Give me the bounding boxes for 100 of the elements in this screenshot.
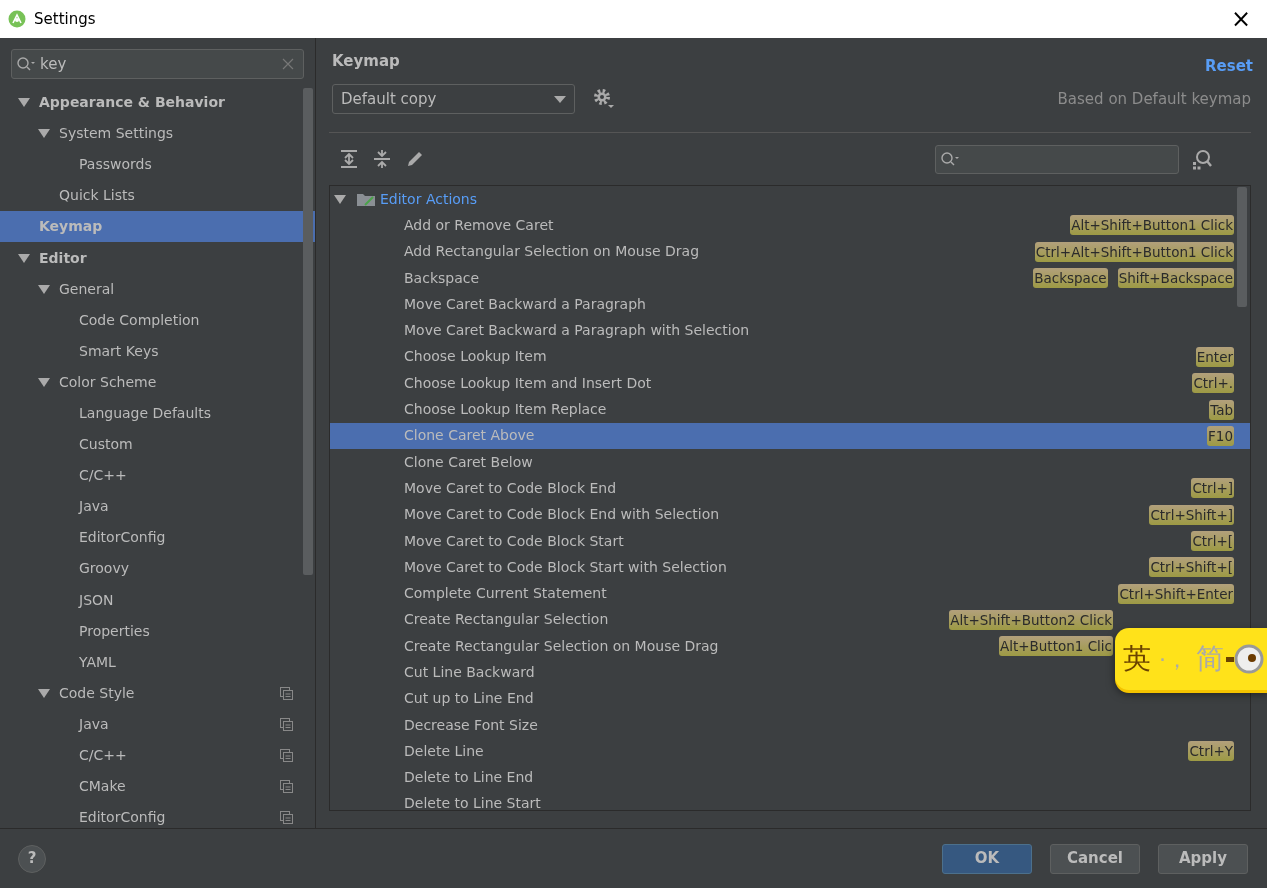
sidebar-item[interactable]: CMake bbox=[0, 771, 315, 803]
expand-all-icon[interactable] bbox=[339, 149, 359, 169]
dialog-button[interactable]: OK bbox=[942, 843, 1032, 874]
action-row[interactable]: Add Rectangular Selection on Mouse Drag Ctrl+Alt+Shift+Button1 Click bbox=[330, 238, 1250, 265]
search-field[interactable]: key bbox=[11, 49, 304, 79]
expand-arrow-icon[interactable] bbox=[37, 128, 51, 140]
close-button[interactable]: × bbox=[1230, 7, 1251, 31]
panel-title: Keymap bbox=[332, 50, 400, 72]
action-label: Move Caret Backward a Paragraph with Selection bbox=[404, 321, 750, 341]
action-label: Move Caret to Code Block Start with Selection bbox=[404, 557, 727, 577]
expand-arrow-icon[interactable] bbox=[37, 376, 51, 388]
ime-mode-label: 英 bbox=[1123, 641, 1151, 677]
action-label: Choose Lookup Item Replace bbox=[404, 400, 607, 419]
sidebar-item[interactable]: C/C++ bbox=[0, 460, 315, 492]
gear-icon[interactable] bbox=[593, 88, 615, 110]
dialog-button[interactable]: Apply bbox=[1158, 843, 1248, 874]
expand-arrow-icon[interactable] bbox=[37, 687, 51, 699]
search-icon bbox=[16, 56, 36, 72]
action-row[interactable]: Backspace Backspace Shift+Backspace bbox=[330, 264, 1250, 292]
action-row[interactable]: Delete Line Ctrl+Y bbox=[330, 738, 1250, 765]
caret-icon bbox=[554, 95, 566, 103]
action-label: Choose Lookup Item and Insert Dot bbox=[404, 373, 652, 393]
scrollbar[interactable] bbox=[1237, 187, 1247, 307]
shortcut-tag: Ctrl+[ bbox=[1191, 531, 1234, 551]
action-row[interactable]: Move Caret Backward a Paragraph with Selection bbox=[330, 317, 1250, 344]
action-row[interactable]: Choose Lookup Item Replace Tab bbox=[330, 396, 1250, 423]
action-row[interactable]: Delete to Line Start bbox=[330, 790, 1250, 810]
scrollbar[interactable] bbox=[303, 88, 313, 575]
action-label: Create Rectangular Selection bbox=[404, 610, 609, 630]
sidebar-item[interactable]: Properties bbox=[0, 615, 315, 647]
ime-floating-menu[interactable]: 英 ·， 简 bbox=[1115, 628, 1267, 690]
ime-script-label: 简 bbox=[1196, 641, 1224, 677]
keymap-dropdown[interactable]: Default copy bbox=[332, 84, 575, 114]
action-row[interactable]: Clone Caret Below bbox=[330, 448, 1250, 476]
sidebar-item[interactable]: EditorConfig bbox=[0, 802, 315, 828]
action-row[interactable]: Complete Current Statement Ctrl+Shift+Enter bbox=[330, 580, 1250, 607]
shortcut-tag: F10 bbox=[1207, 425, 1234, 446]
expand-arrow-icon[interactable] bbox=[17, 252, 31, 264]
sidebar-item[interactable]: Passwords bbox=[0, 149, 315, 181]
sidebar-item[interactable]: YAML bbox=[0, 646, 315, 678]
action-label: Decrease Font Size bbox=[404, 715, 538, 735]
sidebar-item[interactable]: Language Defaults bbox=[0, 397, 315, 430]
action-label: Move Caret to Code Block Start bbox=[404, 531, 624, 551]
sidebar-item[interactable]: Code Completion bbox=[0, 304, 315, 336]
action-row[interactable]: Choose Lookup Item Enter bbox=[330, 343, 1250, 371]
action-label: Delete Line bbox=[404, 741, 484, 761]
expand-arrow-icon[interactable] bbox=[37, 283, 51, 295]
help-button[interactable]: ? bbox=[18, 844, 46, 873]
sidebar-item[interactable]: EditorConfig bbox=[0, 522, 315, 554]
shortcut-tag: Ctrl+] bbox=[1191, 478, 1234, 499]
action-label: Backspace bbox=[404, 268, 480, 288]
sidebar-item[interactable]: Appearance & Behavior bbox=[0, 87, 315, 119]
shortcut-tag: Backspace bbox=[1033, 268, 1108, 289]
sidebar-item[interactable]: C/C++ bbox=[0, 739, 315, 772]
sidebar-item[interactable]: Groovy bbox=[0, 553, 315, 585]
sidebar-item[interactable]: System Settings bbox=[0, 118, 315, 150]
action-row[interactable]: Move Caret to Code Block Start Ctrl+[ bbox=[330, 527, 1250, 555]
expand-arrow-icon[interactable] bbox=[17, 97, 31, 109]
action-row[interactable]: Move Caret to Code Block Start with Selection Ctrl+Shift+[ bbox=[330, 554, 1250, 581]
collapse-all-icon[interactable] bbox=[372, 149, 392, 169]
sidebar-item[interactable]: Editor bbox=[0, 242, 315, 274]
expand-arrow-icon[interactable] bbox=[333, 193, 347, 205]
shortcut-tag: Ctrl+Shift+] bbox=[1149, 504, 1234, 525]
action-row[interactable]: Move Caret Backward a Paragraph bbox=[330, 291, 1250, 318]
sidebar-item[interactable]: JSON bbox=[0, 584, 315, 616]
action-label: Move Caret to Code Block End with Selection bbox=[404, 505, 720, 525]
sidebar-item[interactable]: Code Style bbox=[0, 677, 315, 709]
shortcut-tag: Alt+Shift+Button1 Click bbox=[1070, 215, 1234, 236]
sidebar-item[interactable]: General bbox=[0, 273, 315, 305]
action-label: Cut up to Line End bbox=[404, 689, 534, 709]
sidebar-item[interactable]: Java bbox=[0, 708, 315, 740]
shortcut-tag: Ctrl+Y bbox=[1188, 741, 1234, 762]
action-row[interactable]: Delete to Line End bbox=[330, 764, 1250, 791]
action-row[interactable]: Add or Remove Caret Alt+Shift+Button1 Click bbox=[330, 212, 1250, 239]
based-on-label: Based on Default keymap bbox=[1057, 88, 1251, 110]
shortcut-tag: Ctrl+. bbox=[1192, 373, 1234, 394]
app-logo-icon bbox=[8, 10, 26, 28]
pencil-icon[interactable] bbox=[405, 149, 425, 169]
action-row[interactable]: Choose Lookup Item and Insert Dot Ctrl+. bbox=[330, 370, 1250, 397]
action-row[interactable]: Clone Caret Above F10 bbox=[330, 422, 1250, 449]
action-row[interactable]: Move Caret to Code Block End Ctrl+] bbox=[330, 475, 1250, 502]
reset-link[interactable]: Reset bbox=[1205, 54, 1253, 78]
find-by-shortcut-icon[interactable] bbox=[1191, 148, 1213, 170]
sidebar-item[interactable]: Color Scheme bbox=[0, 366, 315, 398]
dialog-button[interactable]: Cancel bbox=[1050, 843, 1140, 874]
shortcut-tag: Ctrl+Alt+Shift+Button1 Click bbox=[1034, 241, 1234, 262]
group-label[interactable]: Editor Actions bbox=[380, 188, 478, 210]
action-row[interactable]: Move Caret to Code Block End with Selection Ctrl+Shift+] bbox=[330, 501, 1250, 528]
sidebar-item[interactable]: Smart Keys bbox=[0, 335, 315, 367]
search-field[interactable] bbox=[935, 144, 1179, 174]
action-row[interactable]: Decrease Font Size bbox=[330, 711, 1250, 739]
sidebar-item[interactable]: Java bbox=[0, 491, 315, 523]
shortcut-tag: Alt+Shift+Button2 Click bbox=[949, 609, 1113, 630]
action-label: Add Rectangular Selection on Mouse Drag bbox=[404, 242, 700, 262]
action-label: Complete Current Statement bbox=[404, 584, 607, 604]
sidebar-item[interactable]: Quick Lists bbox=[0, 180, 315, 212]
shortcut-tag: Shift+Backspace bbox=[1117, 268, 1234, 289]
action-label: Delete to Line Start bbox=[404, 794, 541, 810]
sidebar-item[interactable]: Custom bbox=[0, 429, 315, 461]
window-title: Settings bbox=[34, 8, 96, 30]
